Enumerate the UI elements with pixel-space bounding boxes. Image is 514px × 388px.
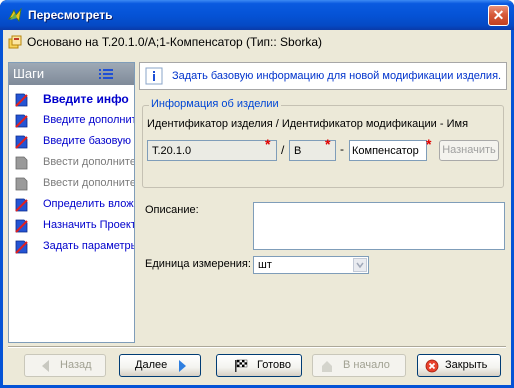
step-incomplete-icon: [14, 240, 28, 254]
steps-title: Шаги: [13, 66, 45, 81]
back-button[interactable]: Назад: [24, 354, 106, 377]
arrow-right-icon: [179, 360, 186, 372]
finish-button[interactable]: Готово: [216, 354, 302, 377]
dialog-body: Основано на Т.20.1.0/А;1-Компенсатор (Ти…: [0, 30, 514, 388]
step-incomplete-icon: [14, 198, 28, 212]
app-icon: [8, 7, 22, 22]
assign-button[interactable]: Назначить: [439, 140, 499, 161]
revision-id-value: В: [294, 145, 302, 157]
unit-label: Единица измерения:: [145, 258, 251, 270]
window-title: Пересмотреть: [28, 8, 113, 22]
step-content: Задать базовую информацию для новой моди…: [139, 62, 507, 343]
required-star-icon: *: [265, 136, 271, 152]
sidebar-step[interactable]: Введите дополнит: [9, 112, 134, 132]
step-incomplete-icon: [14, 93, 28, 107]
name-value: Компенсатор: [352, 145, 419, 157]
arrow-left-icon: [42, 360, 49, 372]
item-info-group: Информация об изделии Идентификатор изде…: [142, 98, 504, 188]
sidebar-step-label: Определить влож: [43, 198, 134, 210]
description-textarea[interactable]: [253, 202, 505, 250]
home-icon: [322, 361, 332, 372]
sidebar-step: Ввести дополните: [9, 175, 134, 195]
sidebar-step[interactable]: Введите инфо: [9, 91, 134, 111]
info-icon: [145, 67, 163, 85]
sidebar-step-label: Ввести дополните: [43, 177, 134, 189]
close-label: Закрыть: [445, 359, 488, 371]
dash-separator: -: [340, 142, 344, 156]
sidebar-step[interactable]: Определить влож: [9, 196, 134, 216]
to-start-label: В начало: [343, 359, 390, 371]
cancel-icon: [425, 359, 439, 373]
item-info-legend: Информация об изделии: [149, 98, 281, 110]
unit-value: шт: [258, 259, 272, 271]
required-star-icon: *: [325, 136, 331, 152]
finish-label: Готово: [257, 359, 291, 371]
info-message: Задать базовую информацию для новой моди…: [172, 70, 502, 82]
list-view-icon[interactable]: [99, 69, 113, 80]
chevron-down-icon: [356, 262, 364, 269]
next-button[interactable]: Далее: [119, 354, 201, 377]
header-row: Основано на Т.20.1.0/А;1-Компенсатор (Ти…: [3, 30, 511, 55]
item-id-value: Т.20.1.0: [152, 145, 192, 157]
item-id-label: Идентификатор изделия / Идентификатор мо…: [147, 118, 469, 130]
sidebar-step[interactable]: Задать параметры: [9, 238, 134, 258]
steps-panel: Шаги Введите инфо Введите дополнит Введите…: [8, 62, 135, 343]
close-icon: ✕: [492, 7, 505, 23]
checkered-flag-icon: [235, 359, 248, 372]
name-field[interactable]: Компенсатор: [349, 140, 427, 161]
step-incomplete-icon: [14, 114, 28, 128]
button-divider: [8, 346, 506, 348]
close-window-button[interactable]: ✕: [488, 5, 509, 26]
sidebar-step-label: Ввести дополните: [43, 156, 134, 168]
steps-header: Шаги: [9, 63, 134, 85]
sidebar-step-label: Введите инфо: [43, 92, 129, 106]
sidebar-step-label: Задать параметры: [43, 240, 134, 252]
sidebar-step-label: Введите базовую: [43, 135, 132, 147]
sidebar-step: Ввести дополните: [9, 154, 134, 174]
next-label: Далее: [135, 359, 168, 371]
sidebar-step[interactable]: Введите базовую: [9, 133, 134, 153]
to-start-button[interactable]: В начало: [312, 354, 406, 377]
unit-select[interactable]: шт: [253, 256, 369, 274]
item-id-field[interactable]: Т.20.1.0: [147, 140, 277, 161]
close-button[interactable]: Закрыть: [417, 354, 501, 377]
item-revision-icon: [8, 35, 22, 49]
sidebar-step[interactable]: Назначить Проект: [9, 217, 134, 237]
dropdown-button[interactable]: [353, 258, 367, 272]
sidebar-step-label: Назначить Проект: [43, 219, 134, 231]
dialog-window: Пересмотреть ✕ Основано на Т.20.1.0/А;1-…: [0, 0, 514, 388]
required-star-icon: *: [426, 136, 432, 152]
back-label: Назад: [60, 359, 92, 371]
sidebar-step-label: Введите дополнит: [43, 114, 134, 126]
description-label: Описание:: [145, 204, 199, 216]
step-disabled-icon: [14, 156, 28, 170]
info-bar: Задать базовую информацию для новой моди…: [139, 62, 507, 90]
left-frame: [0, 30, 3, 388]
step-incomplete-icon: [14, 135, 28, 149]
title-bar[interactable]: Пересмотреть ✕: [0, 0, 514, 30]
step-incomplete-icon: [14, 219, 28, 233]
slash-separator: /: [281, 143, 285, 157]
step-disabled-icon: [14, 177, 28, 191]
based-on-label: Основано на Т.20.1.0/А;1-Компенсатор (Ти…: [27, 35, 323, 49]
